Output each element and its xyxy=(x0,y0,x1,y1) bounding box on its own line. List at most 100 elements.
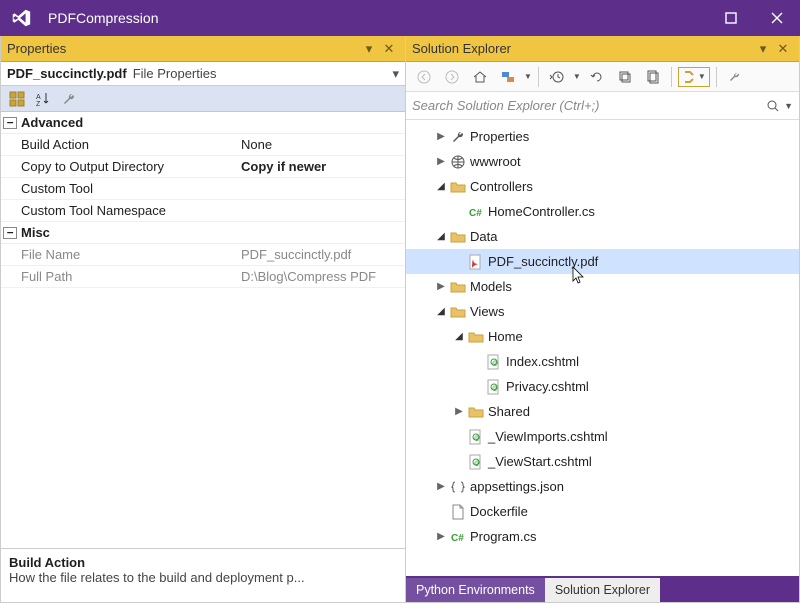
cshtml-icon: @ xyxy=(466,454,486,470)
file-icon xyxy=(448,504,468,520)
object-dropdown-icon: ▾ xyxy=(392,66,399,82)
sync-active-doc-icon[interactable]: ▼ xyxy=(678,67,710,87)
collapse-all-icon[interactable] xyxy=(613,65,637,89)
property-row[interactable]: Build ActionNone xyxy=(1,134,405,156)
tree-item[interactable]: PDF_succinctly.pdf xyxy=(406,249,799,274)
description-title: Build Action xyxy=(9,555,397,570)
chevron-down-icon[interactable]: ◢ xyxy=(434,306,448,317)
tree-item[interactable]: @_ViewImports.cshtml xyxy=(406,424,799,449)
svg-text:A: A xyxy=(36,94,41,101)
property-row[interactable]: Custom Tool Namespace xyxy=(1,200,405,222)
properties-dropdown-icon[interactable]: ▾ xyxy=(359,41,379,57)
property-category[interactable]: −Advanced xyxy=(1,112,405,134)
svg-text:C#: C# xyxy=(451,533,464,544)
property-name: Copy to Output Directory xyxy=(1,159,241,174)
svg-text:C#: C# xyxy=(469,208,482,219)
property-name: Custom Tool xyxy=(1,181,241,196)
folder-icon xyxy=(466,404,486,420)
properties-pane: Properties ▾ ✕ PDF_succinctly.pdf File P… xyxy=(0,36,406,603)
tree-item[interactable]: @ _ViewStart.cshtml xyxy=(406,449,799,474)
tree-item[interactable]: ▶C#Program.cs xyxy=(406,524,799,549)
csharp-icon: C# xyxy=(466,204,486,220)
tree-label: PDF_succinctly.pdf xyxy=(486,254,598,269)
home-icon[interactable] xyxy=(468,65,492,89)
wrench-icon[interactable] xyxy=(57,88,81,110)
tree-label: wwwroot xyxy=(468,154,521,169)
chevron-right-icon[interactable]: ▶ xyxy=(434,481,448,492)
properties-object-selector[interactable]: PDF_succinctly.pdf File Properties ▾ xyxy=(1,62,405,86)
restore-button[interactable] xyxy=(708,0,754,36)
close-button[interactable] xyxy=(754,0,800,36)
tree-label: Dockerfile xyxy=(468,504,528,519)
tree-item[interactable]: ▶Models xyxy=(406,274,799,299)
tree-item[interactable]: ▶ wwwroot xyxy=(406,149,799,174)
tree-item[interactable]: ▶appsettings.json xyxy=(406,474,799,499)
alphabetical-icon[interactable]: AZ xyxy=(31,88,55,110)
tree-item[interactable]: ◢Home xyxy=(406,324,799,349)
solution-explorer-close-icon[interactable]: ✕ xyxy=(773,41,793,57)
folder-icon xyxy=(448,279,468,295)
show-all-files-icon[interactable] xyxy=(641,65,665,89)
property-name: Custom Tool Namespace xyxy=(1,203,241,218)
back-icon[interactable] xyxy=(412,65,436,89)
categorized-icon[interactable] xyxy=(5,88,29,110)
solution-explorer-tabs: Python EnvironmentsSolution Explorer xyxy=(406,576,799,602)
tab-python-environments[interactable]: Python Environments xyxy=(406,578,545,602)
switch-views-icon[interactable] xyxy=(496,65,520,89)
tree-item[interactable]: ▶ Shared xyxy=(406,399,799,424)
tree-item[interactable]: @Index.cshtml xyxy=(406,349,799,374)
forward-icon[interactable] xyxy=(440,65,464,89)
collapse-icon: − xyxy=(3,117,17,129)
tree-label: Data xyxy=(468,229,497,244)
tree-item[interactable]: @Privacy.cshtml xyxy=(406,374,799,399)
search-icon xyxy=(766,99,780,113)
solution-explorer-search[interactable]: Search Solution Explorer (Ctrl+;) ▼ xyxy=(406,92,799,120)
tree-item[interactable]: ◢ Data xyxy=(406,224,799,249)
solution-explorer-dropdown-icon[interactable]: ▾ xyxy=(753,41,773,57)
chevron-down-icon[interactable]: ◢ xyxy=(434,231,448,242)
property-category[interactable]: −Misc xyxy=(1,222,405,244)
chevron-right-icon[interactable]: ▶ xyxy=(434,531,448,542)
csharp-icon: C# xyxy=(448,529,468,545)
search-dropdown-icon[interactable]: ▼ xyxy=(784,101,793,111)
chevron-down-icon[interactable]: ◢ xyxy=(452,331,466,342)
properties-grid: −AdvancedBuild ActionNoneCopy to Output … xyxy=(1,112,405,548)
tree-label: Shared xyxy=(486,404,530,419)
properties-title: Properties xyxy=(7,41,359,56)
tree-item[interactable]: C#HomeController.cs xyxy=(406,199,799,224)
chevron-right-icon[interactable]: ▶ xyxy=(452,406,466,417)
window-title: PDFCompression xyxy=(48,10,662,26)
tree-label: Index.cshtml xyxy=(504,354,579,369)
refresh-icon[interactable] xyxy=(585,65,609,89)
tab-solution-explorer[interactable]: Solution Explorer xyxy=(545,578,660,602)
chevron-right-icon[interactable]: ▶ xyxy=(434,281,448,292)
cshtml-icon: @ xyxy=(484,379,504,395)
property-row[interactable]: Copy to Output DirectoryCopy if newer xyxy=(1,156,405,178)
tree-label: Controllers xyxy=(468,179,533,194)
tree-item[interactable]: ◢ Controllers xyxy=(406,174,799,199)
pdf-icon xyxy=(466,254,486,270)
tree-label: _ViewStart.cshtml xyxy=(486,454,592,469)
tree-item[interactable]: ▶Properties xyxy=(406,124,799,149)
solution-explorer-toolbar: ▼ ▼ ▼ xyxy=(406,62,799,92)
folder-icon xyxy=(448,229,468,245)
property-name: Full Path xyxy=(1,269,241,284)
folder-icon xyxy=(448,179,468,195)
tree-item[interactable]: Dockerfile xyxy=(406,499,799,524)
folder-icon xyxy=(448,304,468,320)
history-icon[interactable] xyxy=(545,65,569,89)
svg-text:@: @ xyxy=(474,461,480,467)
chevron-right-icon[interactable]: ▶ xyxy=(434,131,448,142)
property-name: File Name xyxy=(1,247,241,262)
svg-text:@: @ xyxy=(474,436,480,442)
chevron-down-icon[interactable]: ◢ xyxy=(434,181,448,192)
properties-header: Properties ▾ ✕ xyxy=(1,36,405,62)
property-row[interactable]: Custom Tool xyxy=(1,178,405,200)
properties-close-icon[interactable]: ✕ xyxy=(379,41,399,57)
folder-icon xyxy=(466,329,486,345)
tree-item[interactable]: ◢Views xyxy=(406,299,799,324)
wrench-icon xyxy=(448,129,468,145)
properties-button-icon[interactable] xyxy=(723,65,747,89)
chevron-right-icon[interactable]: ▶ xyxy=(434,156,448,167)
json-icon xyxy=(448,479,468,495)
